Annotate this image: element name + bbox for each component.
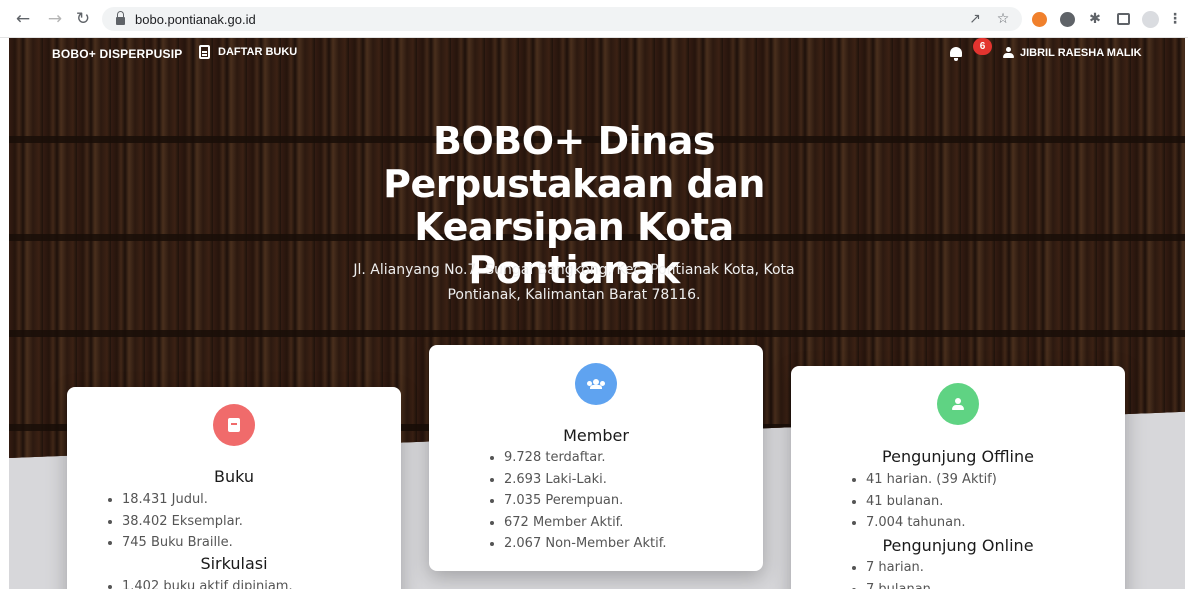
user-icon [937,383,979,425]
card-buku-list: 18.431 Judul. 38.402 Eksemplar. 745 Buku… [122,489,243,554]
lock-icon [116,11,125,25]
list-item: 41 bulanan. [866,491,997,513]
profile-avatar-icon[interactable] [1141,10,1159,28]
card-member-list: 9.728 terdaftar. 2.693 Laki-Laki. 7.035 … [504,447,666,555]
user-menu[interactable]: JIBRIL RAESHA MALIK [1003,47,1142,59]
nav-daftar-buku-label: DAFTAR BUKU [218,46,298,58]
users-icon [575,363,617,405]
side-panel-icon[interactable] [1114,10,1132,28]
card-sirkulasi-title: Sirkulasi [200,554,268,573]
puzzle-icon[interactable]: ✱ [1086,10,1104,28]
bell-icon[interactable] [949,46,963,61]
list-item: 2.693 Laki-Laki. [504,469,666,491]
document-icon [199,45,210,59]
list-item: 18.431 Judul. [122,489,243,511]
address-bar[interactable]: bobo.pontianak.go.id [102,7,1022,31]
star-icon[interactable]: ☆ [994,10,1012,28]
card-pengunjung-offline-list: 41 harian. (39 Aktif) 41 bulanan. 7.004 … [866,469,997,534]
url-text: bobo.pontianak.go.id [135,11,256,27]
list-item: 2.067 Non-Member Aktif. [504,533,666,555]
list-item: 7 bulanan. [866,579,935,589]
card-member: Member 9.728 terdaftar. 2.693 Laki-Laki.… [429,345,763,571]
notification-badge: 6 [973,38,992,55]
user-name: JIBRIL RAESHA MALIK [1020,47,1142,59]
list-item: 7 harian. [866,557,935,579]
reload-icon[interactable]: ↻ [72,8,94,30]
card-pengunjung-online-list: 7 harian. 7 bulanan. [866,557,935,589]
extension-dark-icon[interactable] [1058,10,1076,28]
list-item: 745 Buku Braille. [122,532,243,554]
forward-arrow-icon[interactable]: → [44,8,66,30]
list-item: 1.402 buku aktif dipinjam. [122,576,293,589]
more-menu-icon[interactable]: ⋮ [1166,10,1184,28]
card-pengunjung-online-title: Pengunjung Online [882,536,1034,555]
card-pengunjung: Pengunjung Offline 41 harian. (39 Aktif)… [791,366,1125,589]
card-sirkulasi-list: 1.402 buku aktif dipinjam. [122,576,293,589]
card-buku: Buku 18.431 Judul. 38.402 Eksemplar. 745… [67,387,401,589]
nav-daftar-buku[interactable]: DAFTAR BUKU [199,45,297,59]
brand-link[interactable]: BOBO+ DISPERPUSIP [52,47,182,61]
list-item: 41 harian. (39 Aktif) [866,469,997,491]
share-icon[interactable]: ↗ [966,10,984,28]
list-item: 672 Member Aktif. [504,512,666,534]
list-item: 38.402 Eksemplar. [122,511,243,533]
extension-orange-icon[interactable] [1030,10,1048,28]
page-viewport: BOBO+ DISPERPUSIP DAFTAR BUKU 6 JIBRIL R… [9,38,1185,589]
card-pengunjung-offline-title: Pengunjung Offline [882,447,1034,466]
list-item: 7.035 Perempuan. [504,490,666,512]
card-member-title: Member [563,426,629,445]
list-item: 9.728 terdaftar. [504,447,666,469]
user-icon [1003,47,1014,59]
hero-address: Jl. Alianyang No.7, Sungai Bangkong, Kec… [353,262,795,303]
list-item: 7.004 tahunan. [866,512,997,534]
book-icon [213,404,255,446]
card-buku-title: Buku [213,467,255,486]
back-arrow-icon[interactable]: ← [12,8,34,30]
browser-toolbar: ← → ↻ bobo.pontianak.go.id ↗ ☆ ✱ ⋮ [0,0,1188,38]
